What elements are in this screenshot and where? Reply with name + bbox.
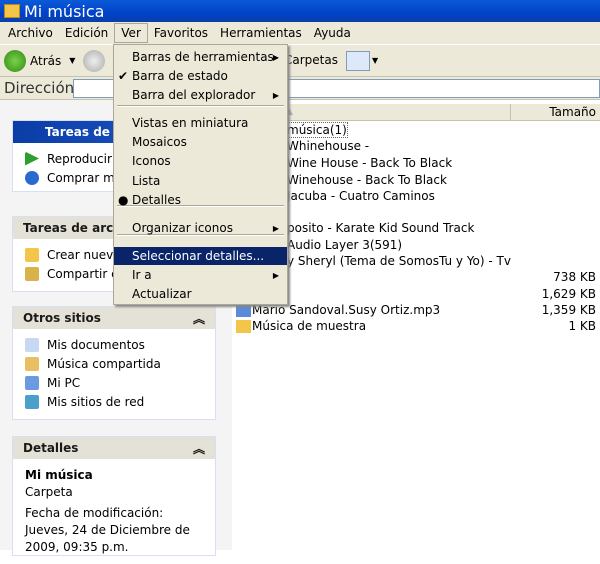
menu-bar: Archivo Edición Ver Favoritos Herramient… <box>0 22 600 44</box>
address-bar: Dirección <box>0 77 600 100</box>
network-icon <box>25 394 39 409</box>
submenu-arrow-icon: ▶ <box>272 90 279 100</box>
file-name: música(1) <box>286 122 348 138</box>
menu-item-label: Seleccionar detalles... <box>132 249 265 263</box>
column-size-header[interactable]: Tamaño <box>510 104 600 121</box>
file-size: 1,359 KB <box>541 303 596 317</box>
details-type: Carpeta <box>25 485 73 499</box>
file-name: Whinehouse - <box>287 139 370 153</box>
check-icon: ✔ <box>118 69 129 83</box>
collapse-icon[interactable]: ︽ <box>193 310 205 327</box>
menu-item-label: Barra del explorador <box>132 88 256 102</box>
computer-icon <box>25 375 39 390</box>
shared-music-link[interactable]: Música compartida <box>13 354 215 373</box>
folders-button[interactable]: Carpetas <box>288 53 338 67</box>
menu-archivo[interactable]: Archivo <box>2 24 59 42</box>
folder-icon <box>236 319 251 333</box>
menu-item-label: Organizar iconos <box>132 221 233 235</box>
menu-item[interactable]: Mosaicos <box>114 133 287 151</box>
my-documents-link[interactable]: Mis documentos <box>13 335 215 354</box>
back-dropdown-icon[interactable]: ▼ <box>69 56 75 65</box>
menu-favoritos[interactable]: Favoritos <box>148 24 214 42</box>
submenu-arrow-icon: ▶ <box>272 270 279 280</box>
back-button[interactable]: Atrás <box>30 54 61 68</box>
address-label: Dirección <box>4 79 75 97</box>
share-folder-icon <box>25 266 39 281</box>
menu-item-label: Vistas en miniatura <box>132 116 249 130</box>
menu-item-label: Actualizar <box>132 287 192 301</box>
menu-item[interactable]: Barra del explorador ▶ <box>114 86 287 104</box>
file-name: Audio Layer 3(591) <box>287 238 403 252</box>
menu-item[interactable]: ● Detalles <box>114 191 287 209</box>
menu-ayuda[interactable]: Ayuda <box>308 24 357 42</box>
documents-icon <box>25 337 39 352</box>
file-name: posito - Karate Kid Sound Track <box>287 221 475 235</box>
views-icon[interactable] <box>346 51 370 71</box>
menu-item-label: Lista <box>132 174 161 188</box>
file-name: Wine House - Back To Black <box>287 156 453 170</box>
details-header[interactable]: Detalles ︽ <box>13 437 215 459</box>
globe-icon <box>25 170 39 185</box>
file-row[interactable]: Música de muestra 1 KB <box>232 318 600 334</box>
menu-item-label: Detalles <box>132 193 181 207</box>
collapse-icon[interactable]: ︽ <box>193 440 205 457</box>
views-dropdown-icon[interactable]: ▼ <box>372 56 378 65</box>
my-computer-link[interactable]: Mi PC <box>13 373 215 392</box>
details-panel: Detalles ︽ Mi música Carpeta Fecha de mod… <box>12 436 216 556</box>
submenu-arrow-icon: ▶ <box>272 223 279 233</box>
radio-bullet-icon: ● <box>118 193 129 207</box>
menu-ver[interactable]: Ver <box>114 23 148 43</box>
menu-item[interactable]: Ir a ▶ <box>114 266 287 284</box>
shared-music-icon <box>25 356 39 371</box>
other-places-header[interactable]: Otros sitios ︽ <box>13 307 215 329</box>
menu-edicion[interactable]: Edición <box>59 24 114 42</box>
submenu-arrow-icon: ▶ <box>272 52 279 62</box>
menu-item-label: Mosaicos <box>132 135 187 149</box>
menu-item-label: Barras de herramientas <box>132 50 274 64</box>
menu-item[interactable]: Iconos <box>114 152 287 170</box>
menu-item[interactable]: Barras de herramientas ▶ <box>114 48 287 66</box>
menu-item-label: Ir a <box>132 268 152 282</box>
menu-item-label: Barra de estado <box>132 69 228 83</box>
network-places-link[interactable]: Mis sitios de red <box>13 392 215 411</box>
menu-item-label: Iconos <box>132 154 171 168</box>
file-name: y Sheryl (Tema de SomosTu y Yo) - Tv <box>287 254 511 268</box>
menu-item[interactable]: Seleccionar detalles... <box>114 247 287 265</box>
menu-item[interactable]: Actualizar <box>114 285 287 303</box>
details-name: Mi música <box>25 468 93 482</box>
play-icon <box>25 151 39 166</box>
window-title: Mi música <box>24 1 105 21</box>
audio-file-icon <box>236 303 251 317</box>
menu-item[interactable]: Lista <box>114 172 287 190</box>
folder-music-icon <box>4 4 20 18</box>
menu-item[interactable]: Organizar iconos ▶ <box>114 219 287 237</box>
file-name: Música de muestra <box>252 319 367 333</box>
file-size: 1 KB <box>568 319 596 333</box>
new-folder-icon <box>25 247 39 262</box>
other-places-panel: Otros sitios ︽ Mis documentos Música comp… <box>12 306 216 420</box>
file-name: Winehouse - Back To Black <box>287 173 447 187</box>
view-menu: Barras de herramientas ▶ ✔ Barra de estado B… <box>113 44 288 305</box>
toolbar: Atrás ▼ Carpetas ▼ <box>0 44 600 77</box>
file-size: 738 KB <box>553 270 596 284</box>
details-modified: Fecha de modificación: Jueves, 24 de Dic… <box>25 506 190 554</box>
menu-herramientas[interactable]: Herramientas <box>214 24 308 42</box>
file-name: Jacuba - Cuatro Caminos <box>287 189 435 203</box>
back-arrow-icon[interactable] <box>4 49 26 72</box>
menu-item[interactable]: ✔ Barra de estado <box>114 67 287 85</box>
forward-arrow-icon[interactable] <box>83 49 106 72</box>
menu-item[interactable]: Vistas en miniatura <box>114 114 287 132</box>
file-name: Mario Sandoval.Susy Ortiz.mp3 <box>252 303 441 317</box>
title-bar: Mi música <box>0 0 600 22</box>
menu-separator <box>117 105 284 107</box>
file-size: 1,629 KB <box>541 287 596 301</box>
